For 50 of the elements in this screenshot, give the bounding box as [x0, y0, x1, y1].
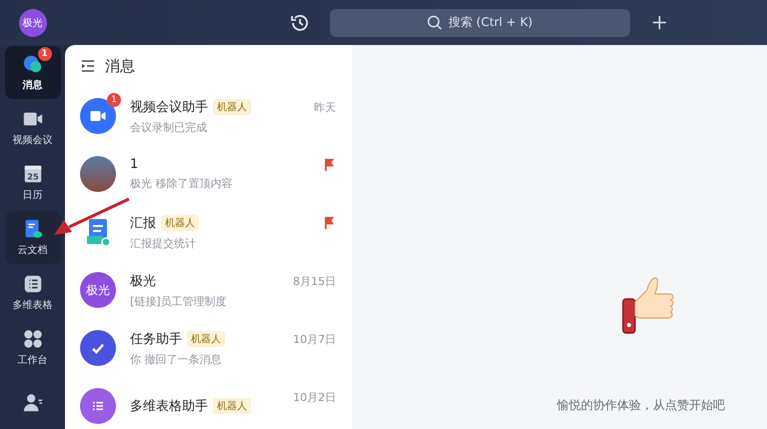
- message-preview: 汇报提交统计: [130, 236, 197, 250]
- person-icon: [22, 392, 44, 414]
- chat-item[interactable]: 1 视频会议助手 机器人 会议录制已完成 昨天: [65, 87, 352, 145]
- list-avatar-icon: [80, 388, 116, 424]
- empty-state-text: 愉悦的协作体验，从点赞开始吧: [557, 397, 725, 414]
- chat-item[interactable]: 1 极光 移除了置顶内容: [65, 145, 352, 203]
- chat-name: 1: [130, 157, 138, 172]
- nav-item[interactable]: 25 日历: [4, 156, 60, 209]
- message-time: 昨天: [314, 100, 336, 115]
- chat-item[interactable]: 多维表格助手 机器人 10月2日: [65, 377, 352, 429]
- bot-tag: 机器人: [213, 398, 251, 414]
- message-preview: [链接]员工管理制度: [130, 294, 228, 308]
- bot-tag: 机器人: [161, 214, 199, 230]
- flag-icon[interactable]: [323, 216, 336, 229]
- unread-badge: 1: [38, 47, 52, 61]
- chat-name: 多维表格助手: [130, 398, 208, 415]
- collapse-list-icon[interactable]: [81, 60, 95, 72]
- message-time: 8月15日: [293, 274, 336, 289]
- plus-icon[interactable]: [652, 15, 667, 30]
- bot-tag: 机器人: [213, 98, 251, 114]
- search-field[interactable]: 搜索 (Ctrl + K): [330, 8, 630, 36]
- profile-avatar[interactable]: 极光: [18, 8, 46, 36]
- chat-name: 极光: [130, 272, 156, 290]
- search-icon: [427, 15, 442, 30]
- nav-item[interactable]: 1 消息: [4, 46, 60, 99]
- chat-item[interactable]: 任务助手 机器人 你 撤回了一条消息 10月7日: [65, 319, 352, 377]
- history-icon[interactable]: [290, 12, 310, 32]
- chat-name: 任务助手: [130, 330, 182, 348]
- unread-badge: 1: [107, 93, 121, 107]
- chat-item[interactable]: 极光 极光 [链接]员工管理制度 8月15日: [65, 261, 352, 319]
- bot-tag: 机器人: [187, 330, 225, 346]
- chat-item[interactable]: 汇报 机器人 汇报提交统计: [65, 203, 352, 261]
- four-circles-icon: [22, 328, 44, 350]
- nav-item[interactable]: 云文档: [4, 211, 60, 264]
- message-time: 10月7日: [293, 332, 336, 347]
- photo-placeholder: [80, 156, 116, 192]
- chat-name: 视频会议助手: [130, 98, 208, 116]
- nav-item[interactable]: 多维表格: [4, 266, 60, 319]
- nav-item[interactable]: 视频会议: [4, 101, 60, 154]
- user-avatar: 极光: [80, 272, 116, 308]
- chat-name: 汇报: [130, 214, 156, 232]
- nav-item[interactable]: 工作台: [4, 321, 60, 374]
- chat-bubbles-icon: [22, 53, 44, 75]
- message-preview: 会议录制已完成: [130, 120, 208, 134]
- list-title: 消息: [105, 56, 135, 76]
- flag-icon[interactable]: [323, 158, 336, 171]
- message-time: 10月2日: [293, 390, 336, 405]
- message-preview: 你 撤回了一条消息: [130, 352, 222, 366]
- message-preview: 极光 移除了置顶内容: [130, 176, 234, 191]
- checkmark-avatar-icon: [80, 330, 116, 366]
